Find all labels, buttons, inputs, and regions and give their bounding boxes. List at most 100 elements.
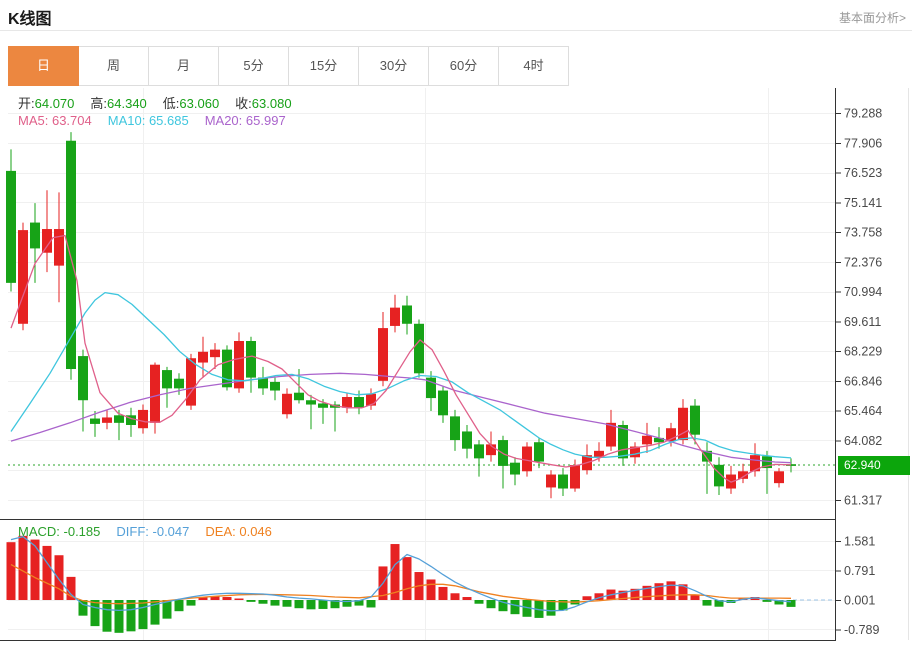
candle-down[interactable] (66, 141, 76, 369)
macd-bar[interactable] (175, 600, 184, 611)
macd-bar[interactable] (43, 546, 52, 600)
axis-tick-label: 66.846 (844, 374, 882, 388)
macd-bar[interactable] (487, 600, 496, 608)
last-price-badge: 62.940 (838, 456, 910, 475)
macd-bar[interactable] (139, 600, 148, 629)
axis-tick-label: 75.141 (844, 196, 882, 210)
macd-bar[interactable] (367, 600, 376, 607)
axis-tick-label: 72.376 (844, 255, 882, 269)
kline-page: K线图 基本面分析> 日周月5分15分30分60分4时 开:64.070 高:6… (0, 0, 912, 646)
ohlc-high: 高:64.340 (90, 93, 146, 112)
macd-histogram (7, 536, 796, 633)
macd-bar[interactable] (115, 600, 124, 633)
axis-tick-label: 73.758 (844, 226, 882, 240)
candle-down[interactable] (174, 379, 184, 389)
macd-bar[interactable] (439, 587, 448, 600)
candle-up[interactable] (150, 365, 160, 423)
axis-tick-label: 65.464 (844, 404, 882, 418)
candle-down[interactable] (294, 393, 304, 401)
ma-legend: MA5: 63.704 MA10: 65.685 MA20: 65.997 (18, 113, 302, 128)
macd-bar[interactable] (547, 600, 556, 616)
candle-up[interactable] (102, 417, 112, 422)
candle-down[interactable] (270, 382, 280, 391)
macd-bar[interactable] (319, 600, 328, 609)
candle-down[interactable] (162, 370, 172, 388)
candle-up[interactable] (186, 358, 196, 405)
candle-down[interactable] (222, 350, 232, 388)
candle-up[interactable] (18, 230, 28, 324)
macd-bar[interactable] (511, 600, 520, 614)
macd-bar[interactable] (223, 597, 232, 600)
candle-down[interactable] (90, 419, 100, 424)
candle-down[interactable] (246, 341, 256, 378)
candle-up[interactable] (642, 436, 652, 445)
candle-up[interactable] (774, 471, 784, 483)
candle-up[interactable] (282, 394, 292, 414)
macd-bar[interactable] (283, 600, 292, 607)
candle-down[interactable] (414, 324, 424, 374)
candle-down[interactable] (438, 391, 448, 416)
macd-bar[interactable] (451, 593, 460, 600)
candle-up[interactable] (210, 350, 220, 358)
macd-bar[interactable] (103, 600, 112, 632)
macd-bar[interactable] (703, 600, 712, 606)
candle-up[interactable] (54, 229, 64, 266)
macd-bar[interactable] (271, 600, 280, 606)
axis-tick-label: 76.523 (844, 166, 882, 180)
axis-tick-label: 69.611 (844, 315, 881, 329)
ohlc-low: 低:63.060 (163, 93, 219, 112)
macd-bar[interactable] (127, 600, 136, 631)
candle-down[interactable] (402, 305, 412, 323)
candle-down[interactable] (30, 223, 40, 249)
candle-down[interactable] (318, 403, 328, 407)
candle-down[interactable] (534, 442, 544, 461)
candle-down[interactable] (114, 415, 124, 423)
macd-bar[interactable] (463, 597, 472, 600)
candle-up[interactable] (198, 352, 208, 363)
macd-bar[interactable] (235, 599, 244, 600)
macd-bar[interactable] (667, 581, 676, 600)
diff-value-label: DIFF: -0.047 (116, 524, 189, 539)
candle-up[interactable] (342, 397, 352, 408)
macd-bar[interactable] (91, 600, 100, 626)
candle-up[interactable] (390, 308, 400, 326)
macd-bar[interactable] (247, 600, 256, 602)
macd-bar[interactable] (307, 600, 316, 609)
candle-down[interactable] (6, 171, 16, 283)
tab-day[interactable]: 日 (8, 46, 79, 86)
axis-tick-label: 70.994 (844, 285, 882, 299)
macd-bar[interactable] (31, 540, 40, 600)
candle-down[interactable] (690, 406, 700, 435)
macd-bar[interactable] (583, 596, 592, 600)
candle-down[interactable] (558, 475, 568, 489)
dea-value-label: DEA: 0.046 (205, 524, 272, 539)
candle-down[interactable] (462, 431, 472, 448)
axis-tick-label: 0.791 (844, 564, 875, 578)
macd-bar[interactable] (259, 600, 268, 604)
candle-down[interactable] (78, 356, 88, 400)
candle-down[interactable] (450, 416, 460, 440)
candle-down[interactable] (474, 444, 484, 458)
candle-up[interactable] (570, 465, 580, 488)
candle-up[interactable] (546, 475, 556, 488)
ma20-legend: MA20: 65.997 (205, 113, 286, 128)
candle-up[interactable] (378, 328, 388, 381)
macd-bar[interactable] (295, 600, 304, 608)
ohlc-legend: 开:64.070 高:64.340 低:63.060 收:63.080 (18, 93, 308, 112)
macd-bar[interactable] (187, 600, 196, 606)
candle-down[interactable] (354, 397, 364, 408)
ma5-legend: MA5: 63.704 (18, 113, 92, 128)
candle-down[interactable] (306, 400, 316, 404)
axis-tick-label: 77.906 (844, 136, 882, 150)
macd-bar[interactable] (55, 555, 64, 600)
macd-bar[interactable] (427, 579, 436, 600)
candle-up[interactable] (522, 447, 532, 472)
macd-bar[interactable] (475, 600, 484, 604)
candle-down[interactable] (510, 463, 520, 475)
macd-bar[interactable] (7, 542, 16, 600)
macd-bar[interactable] (19, 536, 28, 600)
axis-tick-label: 61.317 (844, 494, 882, 508)
macd-bar[interactable] (403, 557, 412, 600)
candle-up[interactable] (138, 410, 148, 428)
macd-bar[interactable] (691, 596, 700, 600)
